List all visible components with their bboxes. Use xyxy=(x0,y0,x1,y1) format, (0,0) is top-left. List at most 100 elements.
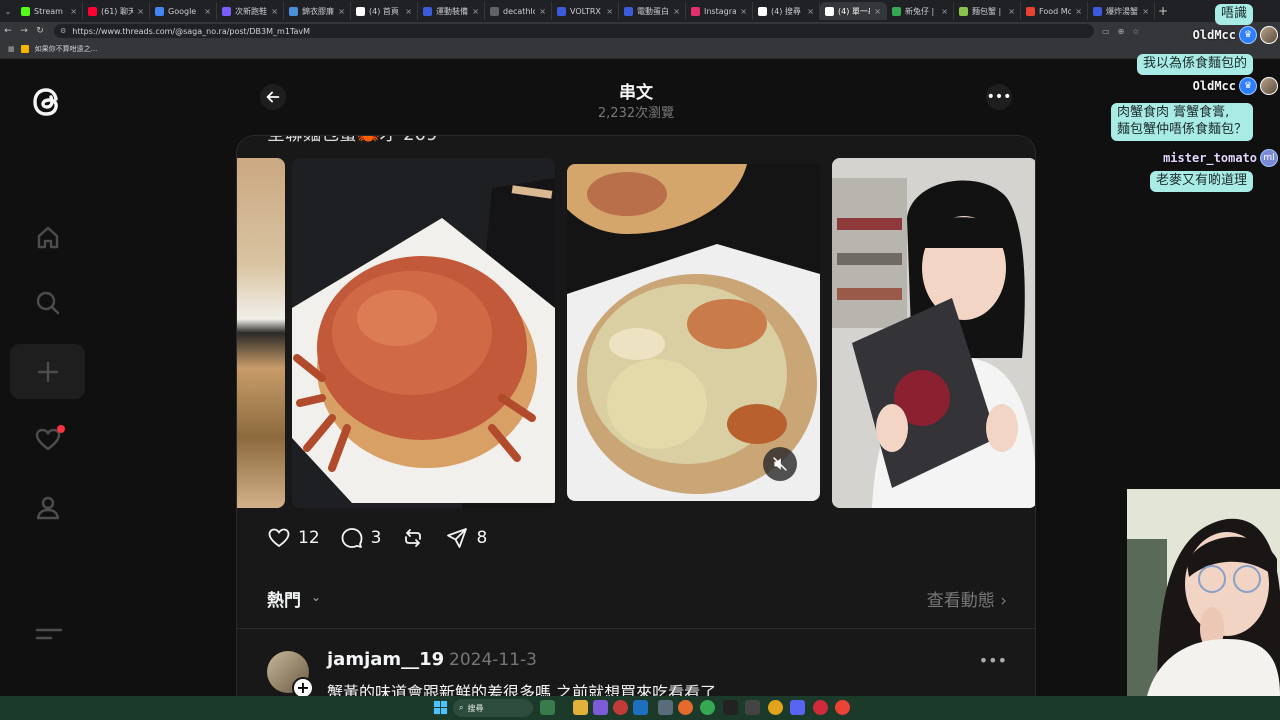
browser-tab[interactable]: 次新跑鞋Ko × xyxy=(217,2,284,20)
tab-close-icon[interactable]: × xyxy=(472,7,479,16)
tab-close-icon[interactable]: × xyxy=(740,7,747,16)
browser-tab-bar: ⌄ Stream - Ki×(61) 聊天×Google×次新跑鞋Ko×錦衣膠廉… xyxy=(0,0,1280,22)
chrome-icon[interactable] xyxy=(835,700,850,715)
tab-favicon-icon xyxy=(959,6,968,16)
app-icon[interactable] xyxy=(613,700,628,715)
repost-button[interactable] xyxy=(401,526,425,550)
tab-close-icon[interactable]: × xyxy=(807,7,814,16)
browser-tab[interactable]: (61) 聊天 × xyxy=(83,2,150,20)
tab-close-icon[interactable]: × xyxy=(204,7,211,16)
follow-plus-icon[interactable]: + xyxy=(292,677,314,696)
tab-close-icon[interactable]: × xyxy=(1142,7,1149,16)
reload-icon[interactable]: ↻ xyxy=(32,26,48,36)
tab-close-icon[interactable]: × xyxy=(338,7,345,16)
site-info-icon[interactable]: ⚙ xyxy=(60,27,66,35)
sort-dropdown[interactable]: 熱門 xyxy=(267,586,301,611)
bookmark-star-icon[interactable]: ☆ xyxy=(1132,27,1139,36)
chat-message: 我以為係食麵包的 xyxy=(1136,54,1253,75)
apps-icon[interactable]: ▦ xyxy=(8,45,15,53)
browser-tab[interactable]: Instagram × xyxy=(686,2,753,20)
tab-close-icon[interactable]: × xyxy=(606,7,613,16)
new-tab-button[interactable]: + xyxy=(1155,4,1171,18)
tab-close-icon[interactable]: × xyxy=(1008,7,1015,16)
browser-tab[interactable]: 錦衣膠廉台 × xyxy=(284,2,351,20)
comment-button[interactable]: 3 xyxy=(340,526,382,550)
browser-tab[interactable]: 爆炸湯蟹 × xyxy=(1088,2,1155,20)
bookmark-item[interactable]: 如果你不算咁遠之... xyxy=(35,44,98,54)
url-field[interactable]: ⚙ https://www.threads.com/@saga_no.ra/po… xyxy=(54,24,1094,38)
page-title: 串文 xyxy=(619,83,653,103)
browser-tab[interactable]: 電動蛋白粉 × xyxy=(619,2,686,20)
taskbar-search-label: 搜尋 xyxy=(467,703,484,713)
app-icon[interactable] xyxy=(745,700,760,715)
more-options-button[interactable]: ••• xyxy=(986,84,1012,110)
reply-more-button[interactable]: ••• xyxy=(979,651,1007,670)
nav-activity[interactable] xyxy=(10,412,85,467)
tab-favicon-icon xyxy=(356,6,365,16)
tab-favicon-icon xyxy=(155,6,164,16)
tab-close-icon[interactable]: × xyxy=(1075,7,1082,16)
tab-close-icon[interactable]: × xyxy=(539,7,546,16)
streamer-cam xyxy=(1127,489,1280,696)
mute-button[interactable] xyxy=(763,447,797,481)
tab-close-icon[interactable]: × xyxy=(941,7,948,16)
taskbar-search[interactable]: ⌕ 搜尋 xyxy=(453,699,533,717)
tab-close-icon[interactable]: × xyxy=(405,7,412,16)
file-explorer-icon[interactable] xyxy=(573,700,588,715)
widgets-icon[interactable] xyxy=(540,700,555,715)
nav-profile[interactable] xyxy=(10,480,85,535)
tab-close-icon[interactable]: × xyxy=(70,7,77,16)
browser-tab[interactable]: Food Mon × xyxy=(1021,2,1088,20)
browser-tab[interactable]: 新兔仔 | (× xyxy=(887,2,954,20)
browser-tab[interactable]: 運動裝備及 × xyxy=(418,2,485,20)
start-button[interactable] xyxy=(433,700,448,715)
tab-label: (4) 單一串 xyxy=(838,6,870,16)
carousel-image-crab-meat[interactable] xyxy=(567,164,820,501)
tab-favicon-icon xyxy=(892,6,901,16)
back-nav-icon[interactable]: ← xyxy=(0,26,16,36)
browser-tab[interactable]: (4) 搜尋 • T × xyxy=(753,2,820,20)
search-icon xyxy=(36,291,59,314)
tab-close-icon[interactable]: × xyxy=(874,7,881,16)
carousel-image-previous[interactable] xyxy=(237,158,285,508)
discord-icon[interactable] xyxy=(790,700,805,715)
reply-username[interactable]: jamjam__19 xyxy=(327,649,444,670)
cast-icon[interactable]: ▭ xyxy=(1102,27,1110,36)
comment-count: 3 xyxy=(370,528,382,548)
nav-search[interactable] xyxy=(10,275,85,330)
carousel-image-crab[interactable] xyxy=(292,158,555,508)
browser-tab[interactable]: (4) 首頁 • T × xyxy=(351,2,418,20)
tab-favicon-icon xyxy=(825,6,834,16)
firefox-icon[interactable] xyxy=(678,700,693,715)
tab-close-icon[interactable]: × xyxy=(137,7,144,16)
opera-icon[interactable] xyxy=(813,700,828,715)
browser-tab[interactable]: 麵包蟹 | HK × xyxy=(954,2,1021,20)
forward-nav-icon[interactable]: → xyxy=(16,26,32,36)
app-icon[interactable] xyxy=(768,700,783,715)
browser-tab[interactable]: VOLTRX | ! × xyxy=(552,2,619,20)
carousel-image-person[interactable] xyxy=(832,158,1035,508)
browser-tab[interactable]: (4) 單一串 × xyxy=(820,2,887,20)
post-caption: 全聯麵包蟹🦀才 209 xyxy=(267,136,438,146)
share-button[interactable]: 8 xyxy=(445,526,487,550)
browser-tab[interactable]: Stream - Ki × xyxy=(16,2,83,20)
view-activity-link[interactable]: 查看動態 › xyxy=(927,586,1007,611)
zoom-icon[interactable]: ⊕ xyxy=(1118,27,1125,36)
tab-search-button[interactable]: ⌄ xyxy=(0,7,16,16)
browser-tab[interactable]: decathlon × xyxy=(485,2,552,20)
nav-create[interactable] xyxy=(10,344,85,399)
chrome-icon[interactable] xyxy=(700,700,715,715)
windows-icon xyxy=(433,700,448,715)
tab-close-icon[interactable]: × xyxy=(673,7,680,16)
threads-logo[interactable] xyxy=(27,82,67,122)
chevron-down-icon[interactable]: ⌄ xyxy=(311,590,321,604)
nav-home[interactable] xyxy=(10,210,85,265)
app-icon[interactable] xyxy=(593,700,608,715)
app-icon[interactable] xyxy=(723,700,738,715)
tab-close-icon[interactable]: × xyxy=(271,7,278,16)
menu-button[interactable] xyxy=(35,626,63,642)
like-button[interactable]: 12 xyxy=(267,526,320,550)
app-icon[interactable] xyxy=(658,700,673,715)
steam-icon[interactable] xyxy=(633,700,648,715)
browser-tab[interactable]: Google × xyxy=(150,2,217,20)
